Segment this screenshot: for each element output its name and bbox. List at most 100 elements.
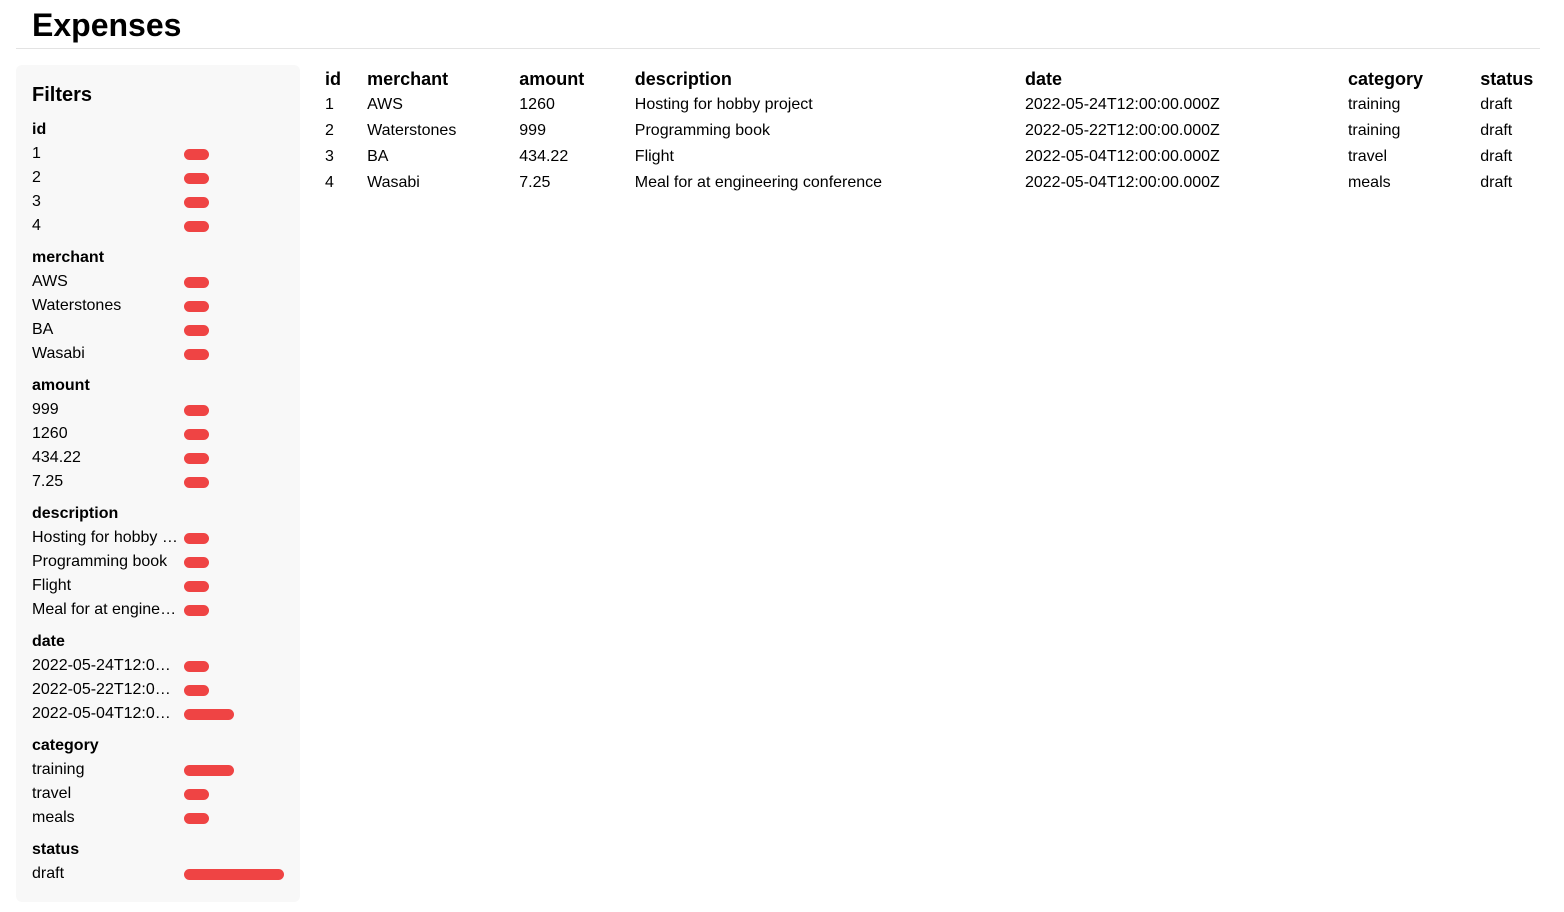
table-cell-amount: 7.25 bbox=[519, 174, 551, 191]
filter-group-title: merchant bbox=[32, 249, 105, 266]
expenses-table: id merchant amount description date cate… bbox=[317, 66, 1564, 196]
filter-option-label: draft bbox=[32, 865, 65, 882]
filter-group-id: id 1 2 3 4 bbox=[32, 118, 288, 238]
filter-option[interactable]: travel bbox=[32, 782, 288, 806]
filter-group-date: date 2022-05-24T12:00:00.000Z 2022-05-22T1… bbox=[32, 630, 288, 726]
table-cell-description: Flight bbox=[634, 148, 674, 165]
filter-group-title: amount bbox=[32, 377, 90, 394]
filter-option[interactable]: 2 bbox=[32, 166, 288, 190]
table-row: 2 Waterstones 999 Programming book 2022-05-2… bbox=[317, 118, 1564, 144]
page-header: Expenses bbox=[16, 0, 1540, 49]
filter-option[interactable]: Programming book bbox=[32, 550, 288, 574]
filter-count-bar bbox=[184, 453, 209, 464]
filter-option[interactable]: 4 bbox=[32, 214, 288, 238]
filter-group-category: category training travel meals bbox=[32, 734, 288, 830]
filter-group-title: status bbox=[32, 841, 80, 858]
table-cell-id: 3 bbox=[325, 148, 334, 165]
column-header-amount[interactable]: amount bbox=[511, 66, 627, 92]
table-cell-status: draft bbox=[1480, 96, 1513, 113]
filter-option[interactable]: Meal for at engineering conference bbox=[32, 598, 288, 622]
filter-option-label: 1 bbox=[32, 145, 41, 162]
filter-count-bar bbox=[184, 869, 284, 880]
column-header-id[interactable]: id bbox=[317, 66, 359, 92]
filter-option[interactable]: 1260 bbox=[32, 422, 288, 446]
filter-count-bar bbox=[184, 685, 209, 696]
filter-option[interactable]: draft bbox=[32, 862, 288, 886]
filter-option[interactable]: Wasabi bbox=[32, 342, 288, 366]
filter-group-title: category bbox=[32, 737, 99, 754]
filter-count-bar bbox=[184, 149, 209, 160]
filter-count-bar bbox=[184, 277, 209, 288]
filter-count-bar bbox=[184, 325, 209, 336]
filter-option-label: BA bbox=[32, 321, 54, 338]
filter-option[interactable]: 434.22 bbox=[32, 446, 288, 470]
filter-count-bar bbox=[184, 557, 209, 568]
table-cell-amount: 1260 bbox=[519, 96, 555, 113]
page-title: Expenses bbox=[32, 7, 182, 43]
table-cell-amount: 999 bbox=[519, 122, 546, 139]
column-header-status[interactable]: status bbox=[1472, 66, 1564, 92]
filter-option[interactable]: Flight bbox=[32, 574, 288, 598]
table-cell-id: 1 bbox=[325, 96, 334, 113]
filter-option[interactable]: Hosting for hobby project bbox=[32, 526, 288, 550]
table-cell-status: draft bbox=[1480, 148, 1513, 165]
filter-option[interactable]: 2022-05-24T12:00:00.000Z bbox=[32, 654, 288, 678]
filter-option-label: Flight bbox=[32, 577, 72, 594]
filter-groups: id 1 2 3 4 merchant AWS Waterstones BA Wasabi amou… bbox=[32, 118, 288, 894]
table-cell-description: Meal for at engineering conference bbox=[634, 174, 883, 191]
filter-option[interactable]: AWS bbox=[32, 270, 288, 294]
column-header-category[interactable]: category bbox=[1340, 66, 1472, 92]
filter-option-label: AWS bbox=[32, 273, 68, 290]
column-header-description[interactable]: description bbox=[627, 66, 1017, 92]
filter-count-bar bbox=[184, 349, 209, 360]
filters-title: Filters bbox=[32, 84, 93, 106]
filter-group-merchant: merchant AWS Waterstones BA Wasabi bbox=[32, 246, 288, 366]
filter-option-label: Wasabi bbox=[32, 345, 85, 362]
filter-group-title: id bbox=[32, 121, 47, 138]
filter-option-label: 2 bbox=[32, 169, 41, 186]
filter-option[interactable]: 3 bbox=[32, 190, 288, 214]
filter-option-label: 7.25 bbox=[32, 473, 64, 490]
table-cell-category: training bbox=[1347, 96, 1401, 113]
filter-option[interactable]: 2022-05-04T12:00:00.000Z bbox=[32, 702, 288, 726]
table-body: 1 AWS 1260 Hosting for hobby project 2022-05… bbox=[317, 92, 1564, 196]
table-header-row: id merchant amount description date cate… bbox=[317, 66, 1564, 92]
filter-option[interactable]: 7.25 bbox=[32, 470, 288, 494]
filter-group-title: description bbox=[32, 505, 119, 522]
table-cell-id: 2 bbox=[325, 122, 334, 139]
filter-count-bar bbox=[184, 789, 209, 800]
filter-count-bar bbox=[184, 301, 209, 312]
filter-option[interactable]: meals bbox=[32, 806, 288, 830]
column-header-date[interactable]: date bbox=[1017, 66, 1340, 92]
table-cell-category: meals bbox=[1347, 174, 1391, 191]
filter-count-bar bbox=[184, 197, 209, 208]
filter-option[interactable]: Waterstones bbox=[32, 294, 288, 318]
filter-option-label: 2022-05-04T12:00:00.000Z bbox=[32, 705, 178, 722]
table-cell-date: 2022-05-04T12:00:00.000Z bbox=[1024, 148, 1220, 165]
filter-option-label: training bbox=[32, 761, 85, 778]
table-cell-status: draft bbox=[1480, 174, 1513, 191]
column-header-merchant[interactable]: merchant bbox=[359, 66, 511, 92]
filter-count-bar bbox=[184, 533, 209, 544]
table-cell-date: 2022-05-24T12:00:00.000Z bbox=[1024, 96, 1220, 113]
filter-option-label: Programming book bbox=[32, 553, 168, 570]
filter-option-label: 1260 bbox=[32, 425, 68, 442]
filter-option-label: Hosting for hobby project bbox=[32, 529, 178, 546]
filter-option[interactable]: 999 bbox=[32, 398, 288, 422]
table-cell-amount: 434.22 bbox=[519, 148, 569, 165]
filter-group-title: date bbox=[32, 633, 65, 650]
filter-option[interactable]: 2022-05-22T12:00:00.000Z bbox=[32, 678, 288, 702]
filter-option[interactable]: BA bbox=[32, 318, 288, 342]
filter-option[interactable]: training bbox=[32, 758, 288, 782]
table-cell-date: 2022-05-22T12:00:00.000Z bbox=[1024, 122, 1220, 139]
table-cell-merchant: BA bbox=[367, 148, 389, 165]
filter-group-status: status draft bbox=[32, 838, 288, 886]
filters-panel: Filters id 1 2 3 4 merchant AWS Waterstones BA Wa… bbox=[16, 65, 300, 902]
filter-option-label: 3 bbox=[32, 193, 41, 210]
filter-option-label: Meal for at engineering conference bbox=[32, 601, 178, 618]
filter-count-bar bbox=[184, 221, 209, 232]
filter-option-label: travel bbox=[32, 785, 72, 802]
table-cell-description: Programming book bbox=[634, 122, 770, 139]
filter-option-label: 999 bbox=[32, 401, 59, 418]
filter-option[interactable]: 1 bbox=[32, 142, 288, 166]
